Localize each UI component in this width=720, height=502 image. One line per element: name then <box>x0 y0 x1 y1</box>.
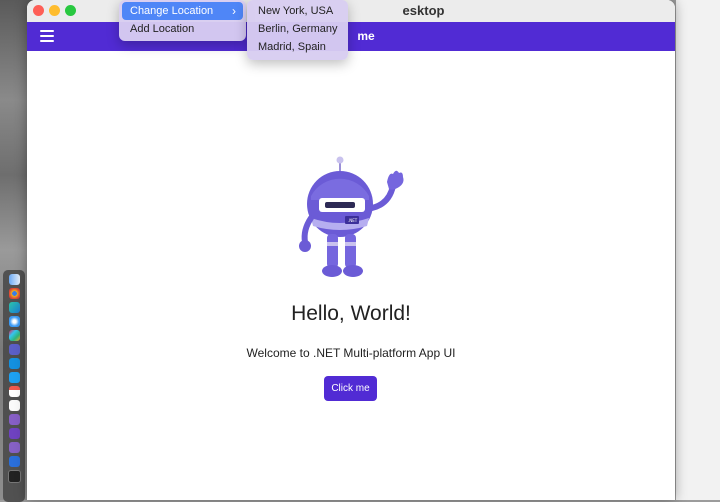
main-content: .NET Hello, World! Welcome to .NET Multi… <box>27 51 675 500</box>
submenu-item-new-york[interactable]: New York, USA <box>247 2 348 20</box>
menu-item-change-location[interactable]: Change Location › <box>122 2 243 20</box>
bot-badge: .NET <box>348 218 358 223</box>
outlook-icon[interactable] <box>8 358 20 369</box>
vs-icon[interactable] <box>8 442 20 453</box>
click-me-button[interactable]: Click me <box>324 376 377 401</box>
vs-code-icon[interactable] <box>8 428 20 439</box>
slack-icon[interactable] <box>8 330 20 341</box>
finder-icon[interactable] <box>8 274 20 285</box>
menu-item-add-location[interactable]: Add Location <box>119 20 246 38</box>
twitter-icon[interactable] <box>8 372 20 383</box>
desktop-background-right <box>676 0 720 500</box>
submenu-item-madrid[interactable]: Madrid, Spain <box>247 38 348 56</box>
azure-data-studio-icon[interactable] <box>8 456 20 467</box>
edge-icon[interactable] <box>8 302 20 313</box>
chevron-right-icon: › <box>232 4 236 18</box>
location-submenu: New York, USA Berlin, Germany Madrid, Sp… <box>247 0 348 60</box>
submenu-item-berlin[interactable]: Berlin, Germany <box>247 20 348 38</box>
chrome-icon[interactable] <box>8 288 20 299</box>
notes-icon[interactable] <box>8 400 20 411</box>
app-window: esktop me .NET Hello, World! Welcome to … <box>27 0 675 500</box>
welcome-text: Welcome to .NET Multi-platform App UI <box>246 346 456 360</box>
location-menu: Change Location › Add Location <box>119 0 246 41</box>
visual-studio-icon[interactable] <box>8 414 20 425</box>
dotnet-bot-illustration: .NET <box>299 156 404 277</box>
dock <box>3 270 25 502</box>
terminal-icon[interactable] <box>7 470 21 483</box>
calendar-icon[interactable] <box>8 386 20 397</box>
safari-icon[interactable] <box>8 316 20 327</box>
hello-heading: Hello, World! <box>291 302 411 325</box>
teams-icon[interactable] <box>8 344 20 355</box>
